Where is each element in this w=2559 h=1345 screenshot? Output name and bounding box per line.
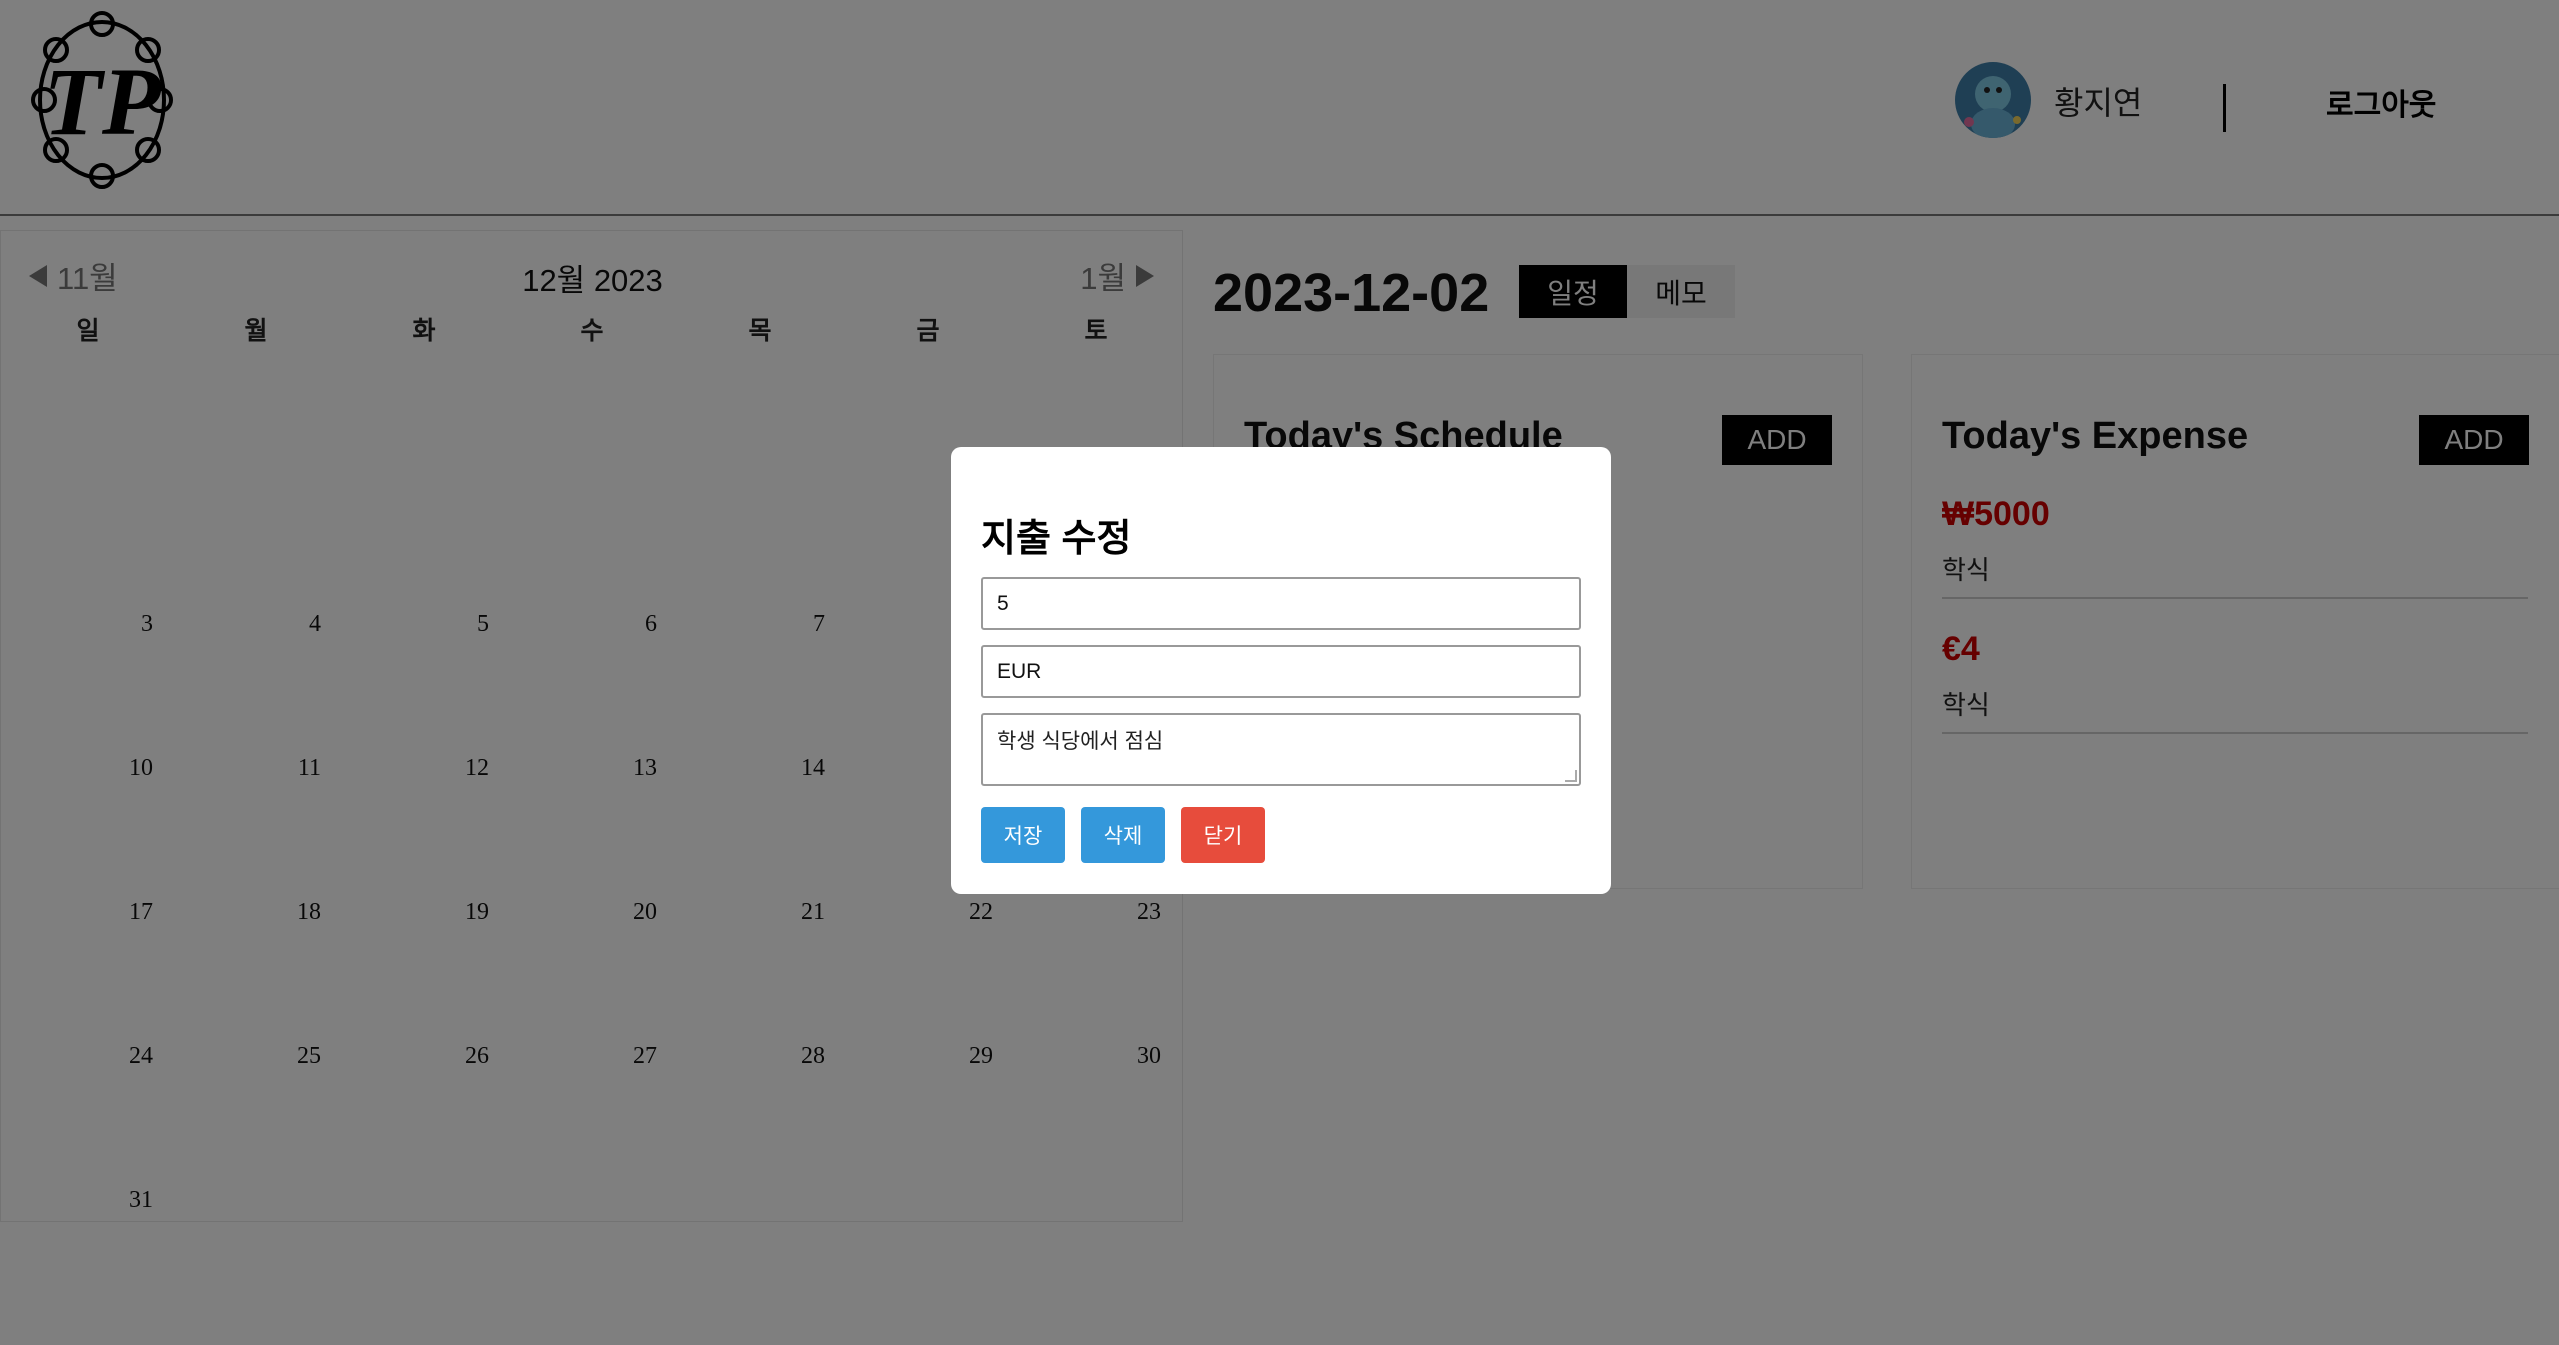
- resize-handle-icon[interactable]: [1565, 770, 1577, 782]
- delete-button[interactable]: 삭제: [1081, 807, 1165, 863]
- memo-textarea[interactable]: 학생 식당에서 점심: [981, 713, 1581, 786]
- amount-input[interactable]: 5: [981, 577, 1581, 630]
- currency-input[interactable]: EUR: [981, 645, 1581, 698]
- memo-text: 학생 식당에서 점심: [997, 730, 1164, 753]
- save-button[interactable]: 저장: [981, 807, 1065, 863]
- close-button[interactable]: 닫기: [1181, 807, 1265, 863]
- edit-expense-modal: 지출 수정 5 EUR 학생 식당에서 점심 저장 삭제 닫기: [951, 447, 1611, 894]
- modal-title: 지출 수정: [981, 518, 1132, 560]
